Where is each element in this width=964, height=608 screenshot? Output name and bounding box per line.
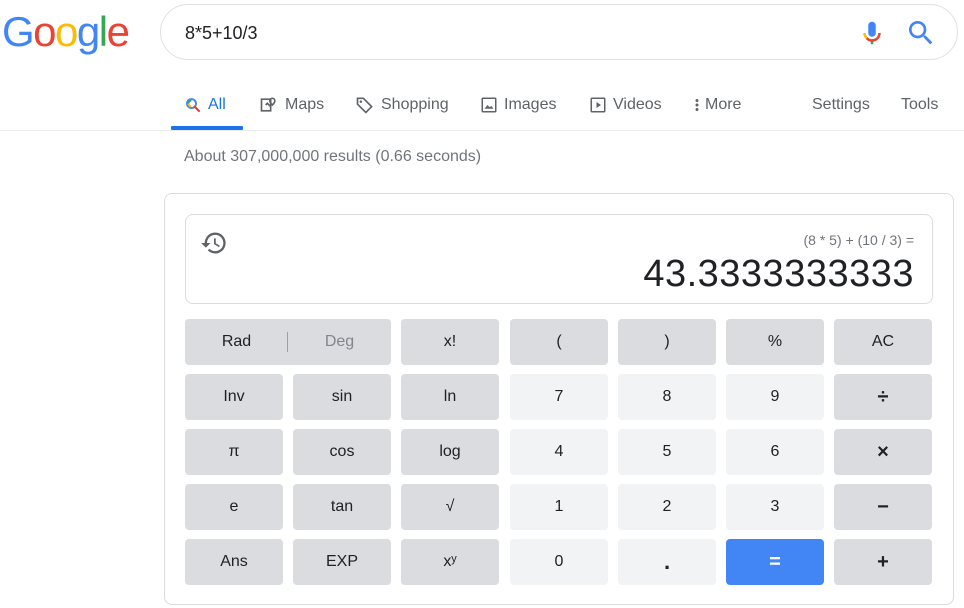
digit-8-button[interactable]: 8 [618, 374, 716, 420]
digit-9-button[interactable]: 9 [726, 374, 824, 420]
tab-tools[interactable]: Tools [901, 92, 938, 118]
search-icon [186, 98, 201, 113]
tab-tools-label: Tools [901, 96, 939, 113]
logo-letter-o2: o [55, 8, 78, 55]
search-icon[interactable] [905, 17, 937, 49]
add-button[interactable]: + [834, 539, 932, 585]
tan-button[interactable]: tan [293, 484, 391, 530]
history-icon[interactable] [200, 229, 228, 257]
power-button[interactable]: xʸ [401, 539, 499, 585]
logo-letter-l: l [98, 8, 108, 55]
ln-button[interactable]: ln [401, 374, 499, 420]
calculator-result: 43.3333333333 [643, 253, 914, 295]
open-paren-button[interactable]: ( [510, 319, 608, 365]
logo-letter-e: e [106, 8, 130, 55]
logo-letter-g: G [2, 8, 35, 55]
google-logo[interactable]: Google [2, 8, 130, 55]
digit-3-button[interactable]: 3 [726, 484, 824, 530]
exp-button[interactable]: EXP [293, 539, 391, 585]
header-divider [0, 130, 964, 131]
tab-all[interactable]: All [184, 92, 226, 118]
log-button[interactable]: log [401, 429, 499, 475]
result-stats: About 307,000,000 results (0.66 seconds) [184, 148, 482, 165]
equals-button[interactable]: = [726, 539, 824, 585]
more-vertical-icon [695, 99, 699, 111]
tab-settings[interactable]: Settings [812, 92, 870, 118]
digit-0-button[interactable]: 0 [510, 539, 608, 585]
digit-2-button[interactable]: 2 [618, 484, 716, 530]
tab-settings-label: Settings [812, 96, 870, 113]
tab-more-label: More [705, 96, 742, 113]
logo-letter-o1: o [33, 8, 56, 55]
tab-more[interactable]: More [692, 92, 741, 118]
pi-button[interactable]: π [185, 429, 283, 475]
tag-icon [356, 97, 373, 114]
answer-button[interactable]: Ans [185, 539, 283, 585]
cos-button[interactable]: cos [293, 429, 391, 475]
tab-all-label: All [208, 96, 226, 113]
all-clear-button[interactable]: AC [834, 319, 932, 365]
digit-4-button[interactable]: 4 [510, 429, 608, 475]
tab-shopping[interactable]: Shopping [355, 92, 449, 118]
digit-6-button[interactable]: 6 [726, 429, 824, 475]
digit-7-button[interactable]: 7 [510, 374, 608, 420]
divide-button[interactable]: ÷ [834, 374, 932, 420]
multiply-button[interactable]: × [834, 429, 932, 475]
calculator-display: (8 * 5) + (10 / 3) = 43.3333333333 [185, 214, 933, 304]
digit-5-button[interactable]: 5 [618, 429, 716, 475]
subtract-button[interactable]: − [834, 484, 932, 530]
tab-shopping-label: Shopping [381, 96, 449, 113]
rad-button[interactable]: Rad [185, 319, 288, 365]
play-icon [590, 97, 606, 113]
inverse-button[interactable]: Inv [185, 374, 283, 420]
tab-videos[interactable]: Videos [589, 92, 662, 118]
tab-maps[interactable]: Maps [259, 92, 324, 118]
rad-deg-toggle: Rad Deg [185, 319, 391, 365]
deg-button[interactable]: Deg [288, 319, 391, 365]
percent-button[interactable]: % [726, 319, 824, 365]
search-tabs: All Maps Shopping Images Videos More Set… [0, 78, 964, 132]
euler-button[interactable]: e [185, 484, 283, 530]
tab-maps-label: Maps [285, 96, 325, 113]
factorial-button[interactable]: x! [401, 319, 499, 365]
tab-videos-label: Videos [613, 96, 662, 113]
calculator-expression: (8 * 5) + (10 / 3) = [803, 232, 915, 248]
tab-images[interactable]: Images [480, 92, 556, 118]
image-icon [481, 97, 497, 113]
calculator-card: (8 * 5) + (10 / 3) = 43.3333333333 Rad D… [164, 193, 954, 605]
tab-images-label: Images [504, 96, 557, 113]
decimal-point-button[interactable]: . [618, 539, 716, 585]
digit-1-button[interactable]: 1 [510, 484, 608, 530]
search-box [160, 4, 958, 60]
sqrt-button[interactable]: √ [401, 484, 499, 530]
calculator-keypad: Rad Deg x! ( ) % AC Inv sin ln 7 8 9 ÷ π… [185, 319, 933, 585]
close-paren-button[interactable]: ) [618, 319, 716, 365]
sin-button[interactable]: sin [293, 374, 391, 420]
map-icon [260, 97, 276, 112]
search-input[interactable] [185, 18, 825, 48]
logo-letter-g2: g [76, 8, 100, 55]
microphone-icon[interactable] [857, 18, 887, 48]
